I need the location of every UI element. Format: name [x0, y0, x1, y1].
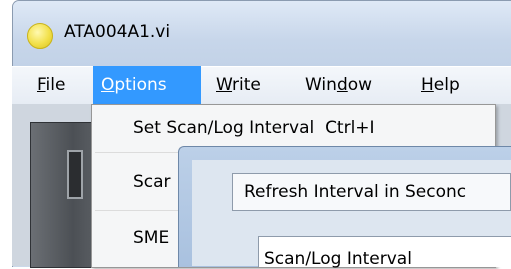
- scan-log-interval-label: Scan/Log Interval: [264, 249, 412, 269]
- menu-item-sme[interactable]: SME: [133, 228, 169, 248]
- menu-separator: [95, 210, 178, 211]
- menu-item-shortcut: Ctrl+I: [325, 118, 375, 138]
- menu-write[interactable]: Write: [208, 66, 269, 104]
- window-title: ATA004A1.vi: [64, 22, 171, 42]
- menu-item-scan[interactable]: Scar: [133, 172, 171, 192]
- menu-item-set-scan-log-interval[interactable]: Set Scan/Log Interval Ctrl+I: [133, 118, 375, 138]
- menu-file[interactable]: File: [29, 66, 73, 104]
- front-panel-indicator: [67, 150, 83, 199]
- menu-separator: [95, 152, 178, 153]
- menu-options[interactable]: Options: [93, 66, 201, 104]
- menu-window[interactable]: Window: [297, 66, 380, 104]
- menu-help[interactable]: Help: [413, 66, 468, 104]
- yellow-circle-icon[interactable]: [27, 23, 53, 49]
- refresh-interval-label: Refresh Interval in Seconc: [244, 182, 467, 202]
